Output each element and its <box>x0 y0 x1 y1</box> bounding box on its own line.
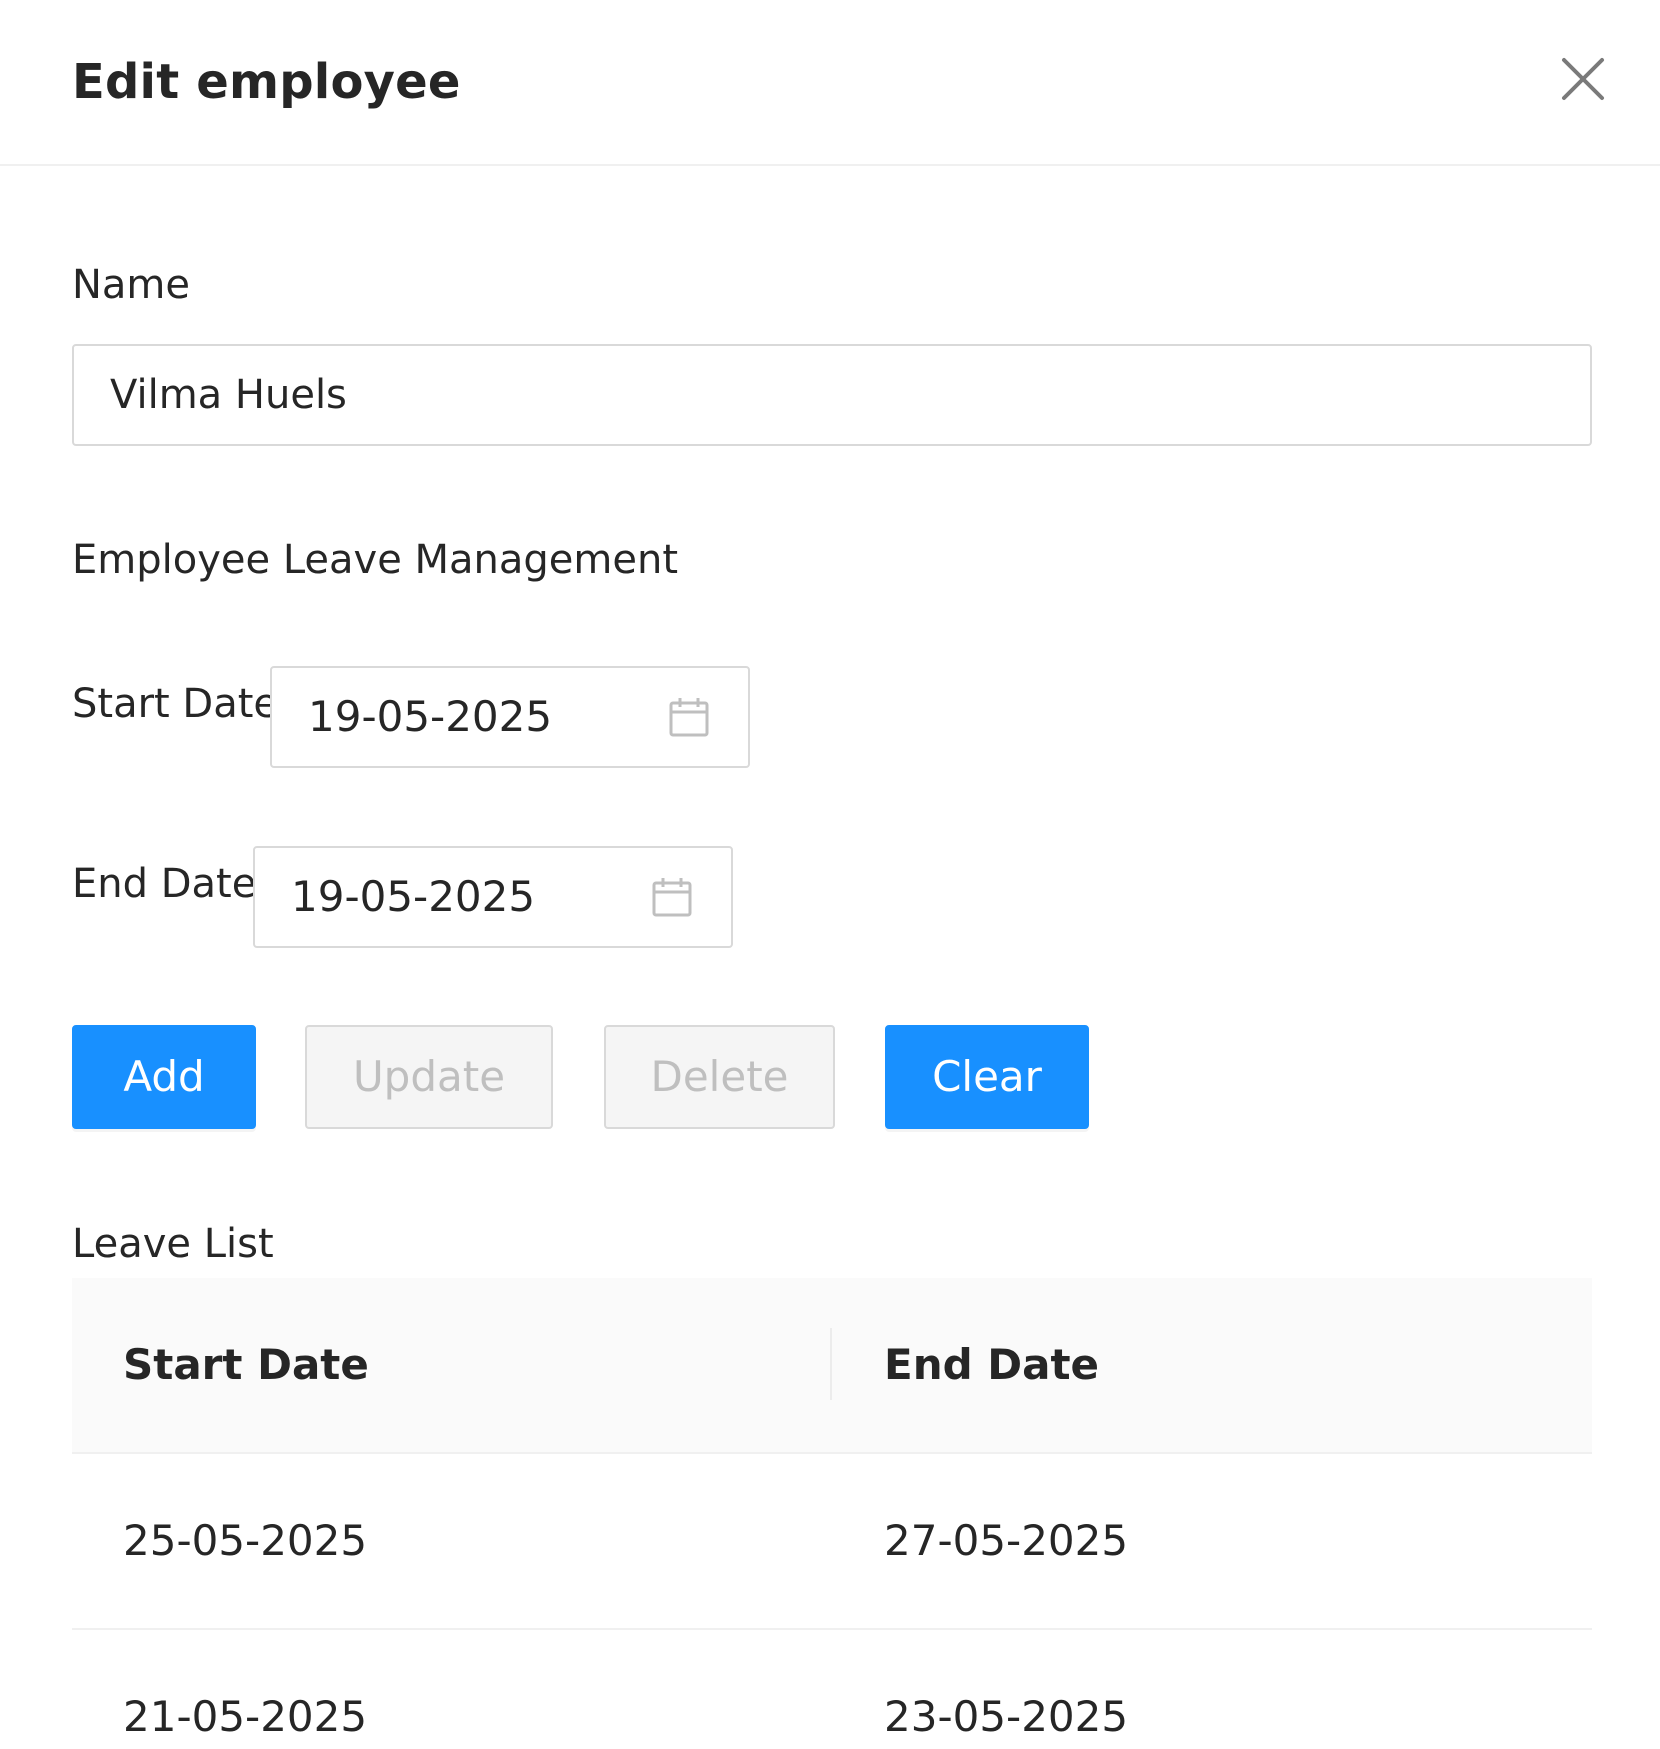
start-date-value: 19-05-2025 <box>308 692 553 741</box>
add-button[interactable]: Add <box>72 1025 256 1129</box>
calendar-icon <box>652 878 692 917</box>
end-date-picker[interactable]: 19-05-2025 <box>253 846 733 948</box>
dialog-title: Edit employee <box>72 54 461 110</box>
leave-table: Start Date End Date 25-05-2025 27-05-202… <box>72 1278 1592 1749</box>
section-title: Employee Leave Management <box>72 537 679 583</box>
name-input-value: Vilma Huels <box>110 372 347 418</box>
name-label: Name <box>72 262 191 308</box>
cell-end-date: 23-05-2025 <box>884 1692 1129 1741</box>
table-row[interactable]: 21-05-2025 23-05-2025 <box>72 1630 1592 1749</box>
start-date-picker[interactable]: 19-05-2025 <box>270 666 750 768</box>
column-header-end-date[interactable]: End Date <box>884 1278 1099 1452</box>
clear-button[interactable]: Clear <box>885 1025 1089 1129</box>
cell-start-date: 25-05-2025 <box>123 1516 368 1565</box>
edit-employee-dialog: Edit employee Name Vilma Huels Employee … <box>0 0 1660 1749</box>
column-divider <box>830 1328 832 1400</box>
leave-list-title: Leave List <box>72 1221 274 1267</box>
start-date-label: Start Date <box>72 681 279 727</box>
calendar-icon <box>669 698 709 737</box>
end-date-label: End Date <box>72 861 257 907</box>
close-icon <box>1562 58 1604 100</box>
update-button[interactable]: Update <box>305 1025 553 1129</box>
name-input[interactable]: Vilma Huels <box>72 344 1592 446</box>
table-header: Start Date End Date <box>72 1278 1592 1454</box>
table-row[interactable]: 25-05-2025 27-05-2025 <box>72 1454 1592 1630</box>
delete-button[interactable]: Delete <box>604 1025 835 1129</box>
column-header-start-date[interactable]: Start Date <box>123 1278 369 1452</box>
cell-end-date: 27-05-2025 <box>884 1516 1129 1565</box>
dialog-header: Edit employee <box>0 0 1660 166</box>
end-date-value: 19-05-2025 <box>291 872 536 921</box>
close-button[interactable] <box>1556 52 1610 106</box>
cell-start-date: 21-05-2025 <box>123 1692 368 1741</box>
